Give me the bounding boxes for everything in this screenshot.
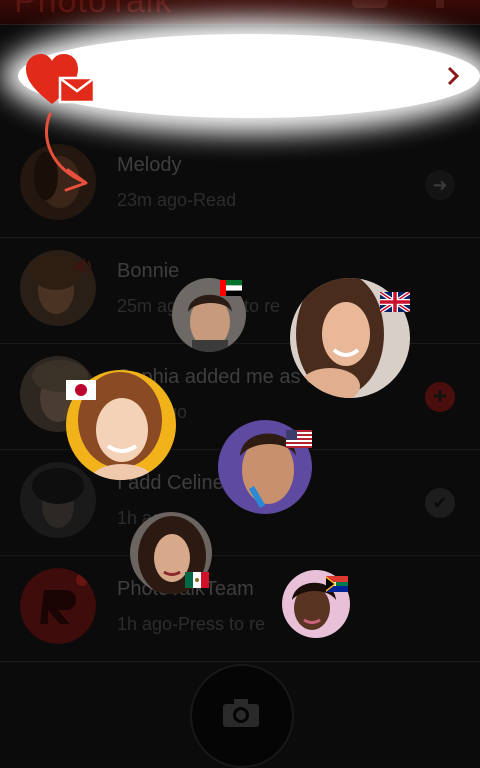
camera-button[interactable] (190, 664, 294, 768)
forward-arrow-icon[interactable]: ➜ (425, 170, 455, 200)
camera-icon (223, 699, 259, 727)
app-title: PhotoTalk (14, 0, 173, 20)
japan-flag-icon (66, 380, 96, 400)
contact-name: Bonnie (117, 260, 180, 282)
mexico-flag-icon (185, 572, 209, 588)
check-icon[interactable]: ✔ (425, 488, 455, 518)
message-status: 1h ago-Press to re (117, 614, 266, 634)
avatar (20, 462, 96, 538)
usa-flag-icon (286, 430, 312, 448)
curved-arrow-icon (45, 112, 88, 192)
uae-flag-icon (220, 280, 242, 296)
list-item[interactable]: PhotoTalkTeam 1h ago-Press to re (0, 556, 480, 662)
south-africa-flag-icon (326, 576, 348, 592)
contacts-icon[interactable] (352, 0, 388, 8)
contact-name: Melody (117, 154, 182, 176)
uk-flag-icon (380, 292, 410, 312)
speaker-icon (74, 258, 91, 274)
top-bar: PhotoTalk (0, 0, 480, 25)
message-status: 23m ago-Read (117, 190, 237, 210)
add-friend-icon[interactable]: + (425, 382, 455, 412)
menu-icon[interactable] (436, 0, 444, 8)
chevron-right-icon[interactable] (446, 66, 460, 86)
avatar (20, 568, 96, 644)
heart-envelope-icon[interactable] (24, 52, 96, 108)
